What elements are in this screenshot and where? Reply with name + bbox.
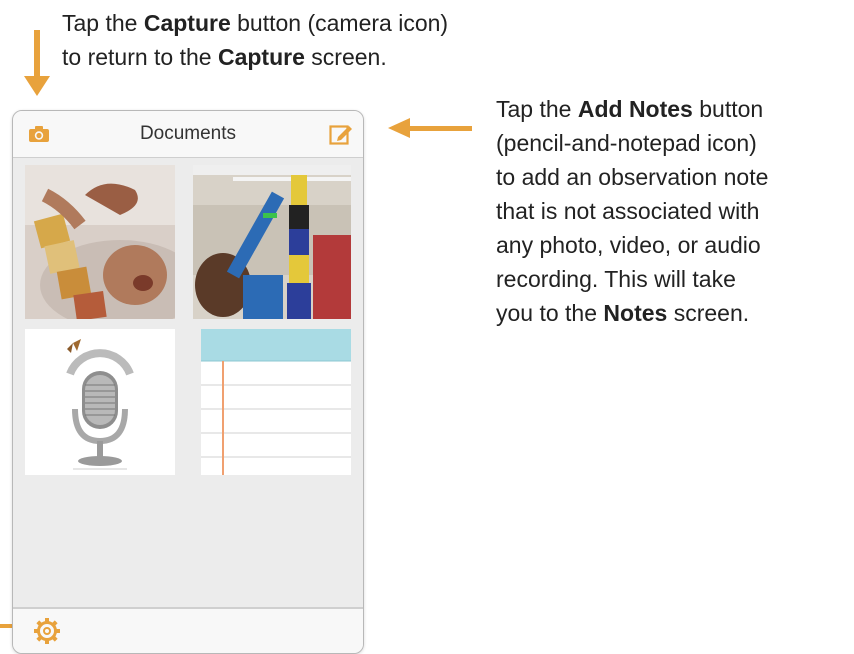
add-notes-button[interactable] [329, 122, 353, 146]
microphone-icon [66, 339, 134, 470]
pencil-notepad-icon [329, 125, 352, 145]
add-notes-callout-line-3: to add an observation note [496, 164, 769, 190]
document-photo-tower[interactable] [193, 165, 351, 319]
add-notes-callout-line-2: (pencil-and-notepad icon) [496, 130, 757, 156]
add-notes-callout-line-5: any photo, video, or audio [496, 232, 761, 258]
capture-callout-line-2: to return to the Capture screen. [62, 44, 387, 70]
document-note[interactable] [201, 329, 351, 475]
capture-arrow-shaft [34, 30, 40, 78]
add-notes-callout: Tap the Add Notes button (pencil-and-not… [496, 92, 768, 330]
add-notes-arrow-head [388, 118, 410, 138]
settings-button[interactable] [33, 617, 61, 645]
capture-arrow-head [24, 76, 50, 96]
add-notes-arrow-shaft [408, 126, 472, 131]
add-notes-callout-line-6: recording. This will take [496, 266, 736, 292]
notepad-icon [201, 329, 351, 475]
photo-child-tower [193, 165, 351, 319]
bottom-bar [13, 607, 363, 653]
document-photo-blocks[interactable] [25, 165, 175, 319]
top-bar: Documents [13, 111, 363, 158]
page-title: Documents [139, 123, 237, 144]
add-notes-callout-line-1: Tap the Add Notes button [496, 96, 764, 122]
gear-icon [34, 618, 60, 644]
add-notes-callout-line-4: that is not associated with [496, 198, 760, 224]
capture-callout: Tap the Capture button (camera icon) to … [62, 6, 448, 74]
capture-callout-line-1: Tap the Capture button (camera icon) [62, 10, 449, 36]
photo-child-blocks [25, 165, 175, 319]
app-screen: Documents [12, 110, 364, 654]
document-audio-recording[interactable] [25, 329, 175, 475]
add-notes-callout-line-7: you to the Notes screen. [496, 300, 750, 326]
settings-arrow-stub [0, 624, 12, 628]
